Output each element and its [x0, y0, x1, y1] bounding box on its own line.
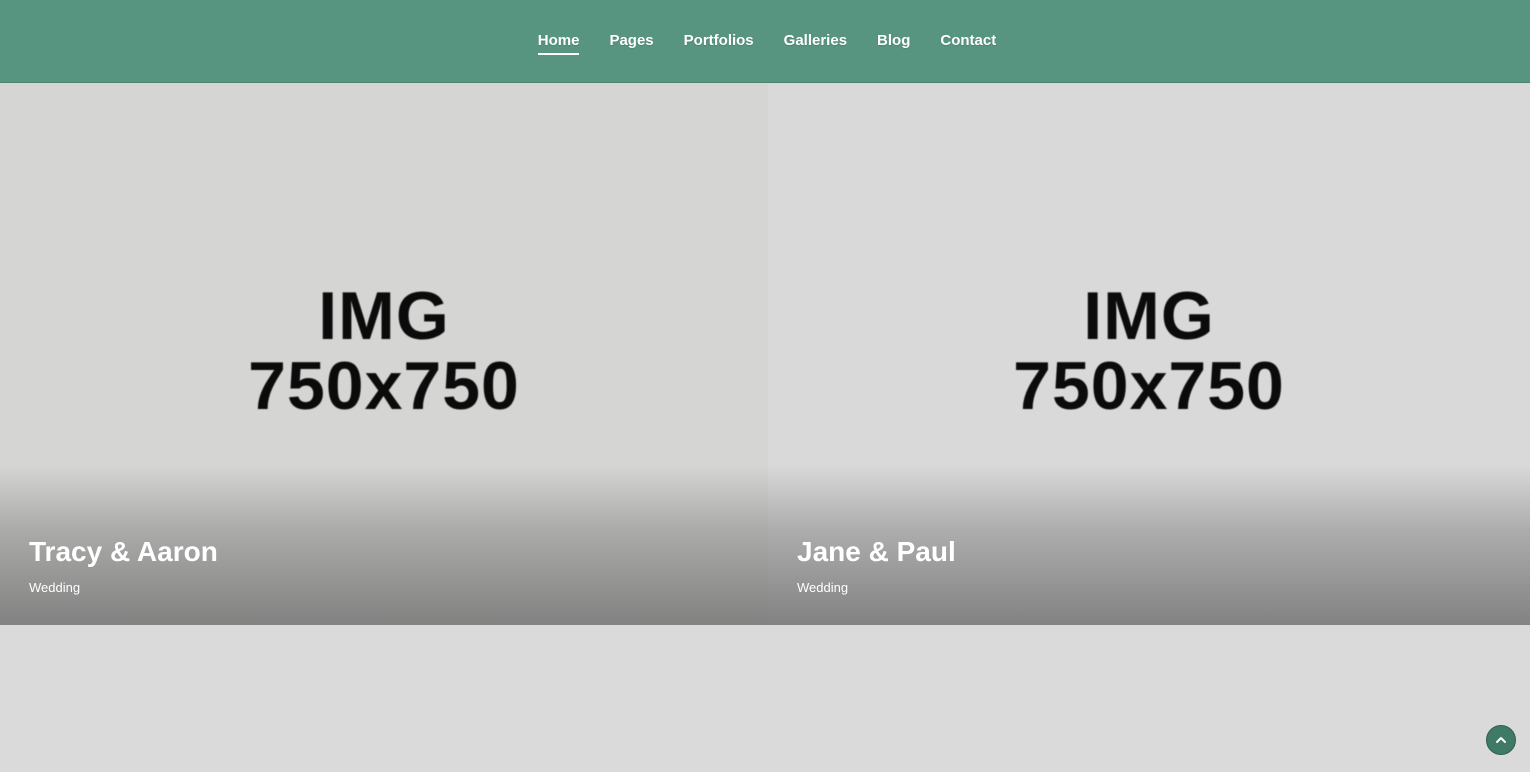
nav-item-contact[interactable]: Contact [940, 28, 996, 55]
scroll-to-top-button[interactable] [1486, 725, 1516, 755]
card-title[interactable]: Tracy & Aaron [29, 536, 218, 568]
placeholder-label: IMG [1083, 278, 1215, 354]
nav-item-blog[interactable]: Blog [877, 28, 910, 55]
main-nav: Home Pages Portfolios Galleries Blog Con… [0, 0, 1530, 82]
placeholder-label: IMG [318, 278, 450, 354]
nav-item-home[interactable]: Home [537, 28, 579, 55]
image-placeholder: IMG 750x750 [768, 281, 1530, 421]
card-category: Wedding [29, 580, 81, 595]
portfolio-gallery: IMG 750x750 Tracy & Aaron Wedding IMG 75… [0, 83, 1530, 625]
card-title[interactable]: Jane & Paul [797, 536, 956, 568]
nav-item-galleries[interactable]: Galleries [784, 28, 847, 55]
placeholder-size: 750x750 [248, 348, 520, 424]
portfolio-card[interactable]: IMG 750x750 Jane & Paul Wedding [768, 83, 1530, 625]
placeholder-size: 750x750 [1013, 348, 1285, 424]
nav-item-pages[interactable]: Pages [609, 28, 653, 55]
portfolio-card[interactable]: IMG 750x750 Tracy & Aaron Wedding [0, 83, 768, 625]
chevron-up-icon [1496, 737, 1506, 743]
site-header: Home Pages Portfolios Galleries Blog Con… [0, 0, 1530, 83]
image-placeholder: IMG 750x750 [0, 281, 768, 421]
card-category: Wedding [797, 580, 849, 595]
nav-item-portfolios[interactable]: Portfolios [684, 28, 754, 55]
page-lower-area [0, 625, 1530, 772]
